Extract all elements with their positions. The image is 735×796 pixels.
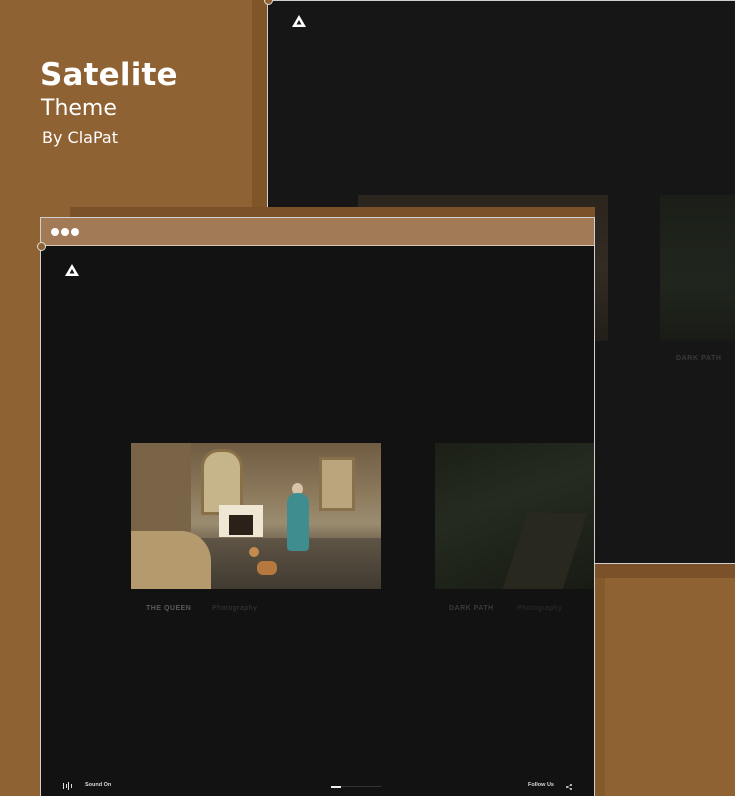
window-control-dot[interactable] [61, 228, 69, 236]
logo-triangle-icon[interactable] [292, 15, 306, 27]
project-category-the-queen: Photography [212, 605, 258, 612]
sound-wave-icon[interactable] [63, 782, 73, 790]
promo-subtitle: Theme [41, 96, 117, 121]
right-panel-shade [595, 578, 605, 796]
back-project-image-dark-path[interactable] [660, 195, 735, 341]
project-image-the-queen[interactable] [131, 443, 381, 589]
sound-toggle-label[interactable]: Sound On [85, 782, 111, 788]
project-category-dark-path: Photography [517, 605, 563, 612]
window-control-dot[interactable] [51, 228, 59, 236]
promo-title: Satelite [40, 57, 178, 93]
site-bottom-bar: Sound On Follow Us [41, 778, 594, 796]
window-titlebar [41, 218, 594, 246]
promo-brand: Satelite Theme By ClaPat [40, 56, 178, 147]
logo-triangle-icon[interactable] [65, 264, 79, 276]
front-window-corner-handle [37, 242, 46, 251]
front-browser-window: THE QUEEN Photography DARK PATH Photogra… [40, 217, 595, 796]
slider-progress[interactable] [331, 785, 381, 788]
promo-author: By ClaPat [42, 128, 118, 147]
project-image-dark-path[interactable] [435, 443, 594, 589]
project-title-the-queen[interactable]: THE QUEEN [146, 605, 191, 612]
project-title-dark-path[interactable]: DARK PATH [449, 605, 494, 612]
right-panel [595, 578, 735, 796]
window-control-dot[interactable] [71, 228, 79, 236]
share-icon[interactable] [566, 784, 572, 790]
slider-progress-fill [331, 785, 341, 788]
follow-us-label[interactable]: Follow Us [528, 782, 554, 788]
back-caption-dark-path: DARK PATH [676, 355, 722, 362]
